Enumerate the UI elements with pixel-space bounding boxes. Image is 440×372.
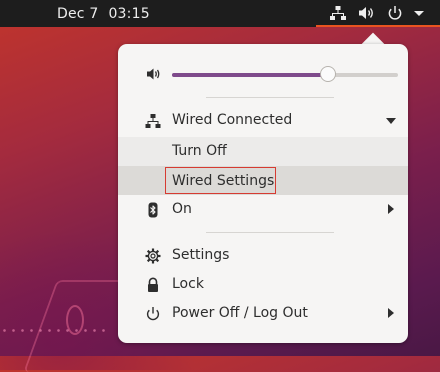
lock-item[interactable]: Lock xyxy=(118,270,408,299)
settings-label: Settings xyxy=(172,247,230,263)
network-wired-icon xyxy=(145,114,161,128)
bluetooth-icon xyxy=(148,202,158,218)
wired-connected-label: Wired Connected xyxy=(172,112,293,128)
wired-settings-highlight: Wired Settings xyxy=(165,167,276,194)
lock-label: Lock xyxy=(172,276,204,292)
lock-icon xyxy=(148,277,158,292)
chevron-down-icon xyxy=(386,118,396,124)
bluetooth-label: On xyxy=(172,201,192,217)
turn-off-item[interactable]: Turn Off xyxy=(118,137,408,166)
chevron-right-icon xyxy=(388,204,394,214)
wired-connected-row[interactable]: Wired Connected xyxy=(118,106,408,135)
power-icon xyxy=(388,6,402,20)
volume-slider-fill xyxy=(172,73,328,77)
power-off-label: Power Off / Log Out xyxy=(172,305,308,321)
clock-time: 03:15 xyxy=(108,6,150,22)
wired-settings-label: Wired Settings xyxy=(172,173,275,189)
wallpaper-dots xyxy=(0,326,110,336)
separator xyxy=(206,232,334,233)
system-menu-popup: Wired Connected Turn Off Wired Settings … xyxy=(118,44,408,343)
clock-date: Dec 7 xyxy=(57,6,99,22)
speaker-icon xyxy=(147,68,160,80)
volume-icon xyxy=(359,7,373,19)
power-icon xyxy=(146,307,160,321)
chevron-right-icon xyxy=(388,308,394,318)
top-bar: Dec 7 03:15 xyxy=(0,0,440,27)
wired-settings-item[interactable]: Wired Settings xyxy=(118,166,408,195)
separator xyxy=(206,97,334,98)
system-menu-button[interactable] xyxy=(316,0,440,27)
turn-off-label: Turn Off xyxy=(172,143,227,159)
clock[interactable]: Dec 7 03:15 xyxy=(57,6,150,22)
menu-arrow-icon xyxy=(414,11,424,16)
power-off-item[interactable]: Power Off / Log Out xyxy=(118,299,408,328)
volume-slider-handle[interactable] xyxy=(319,66,336,82)
settings-item[interactable]: Settings xyxy=(118,241,408,270)
network-wired-icon xyxy=(330,6,346,20)
volume-slider[interactable] xyxy=(172,66,398,82)
bluetooth-row[interactable]: On xyxy=(118,195,408,224)
gear-icon xyxy=(145,248,161,264)
